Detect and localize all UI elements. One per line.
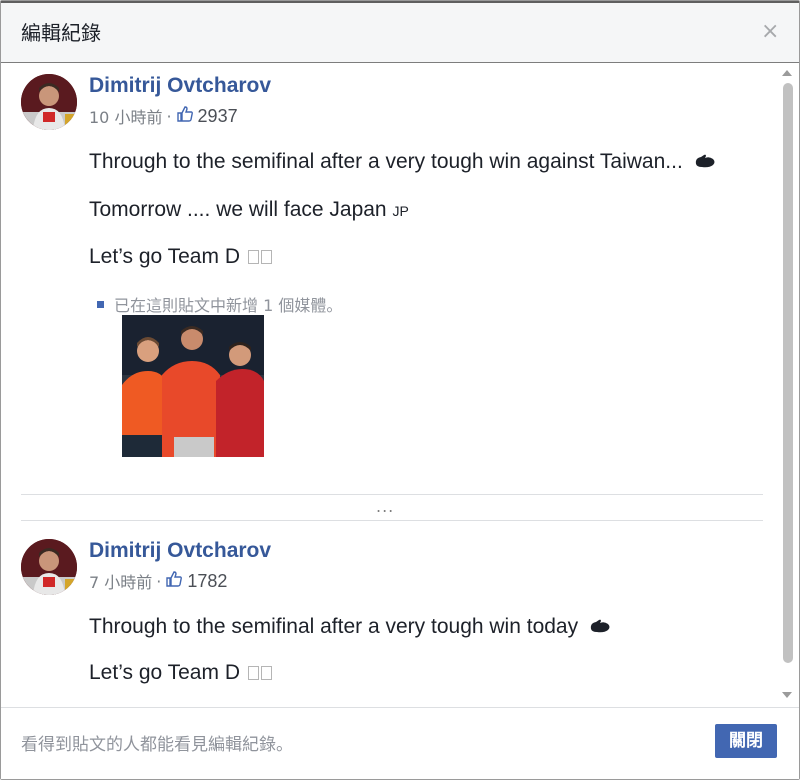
meta-separator: · bbox=[156, 571, 162, 591]
edit-history-list[interactable]: Dimitrij Ovtcharov 10 小時前 · 2937 Through… bbox=[1, 64, 799, 707]
author-name[interactable]: Dimitrij Ovtcharov bbox=[89, 74, 271, 98]
divider bbox=[21, 494, 763, 495]
post-meta: 7 小時前 · 1782 bbox=[89, 569, 227, 593]
meta-separator: · bbox=[166, 106, 172, 126]
missing-glyph bbox=[247, 250, 259, 264]
post-time[interactable]: 7 小時前 bbox=[89, 569, 152, 593]
photo-thumbnail[interactable] bbox=[122, 315, 264, 457]
avatar[interactable] bbox=[21, 539, 77, 595]
media-note: 已在這則貼文中新增 1 個媒體。 bbox=[97, 292, 342, 316]
close-icon[interactable]: × bbox=[761, 21, 779, 43]
post-text: Through to the semifinal after a very to… bbox=[89, 615, 579, 638]
media-note-text: 已在這則貼文中新增 1 個媒體。 bbox=[114, 296, 343, 315]
post-text: Through to the semifinal after a very to… bbox=[89, 150, 683, 173]
post-meta: 10 小時前 · 2937 bbox=[89, 104, 238, 128]
post-text-line: Tomorrow .... we will face Japan JP bbox=[89, 198, 409, 222]
post-time[interactable]: 10 小時前 bbox=[89, 104, 162, 128]
edit-history-dialog: 編輯紀錄 × Dimitrij Ovtcharov 10 小時前 · 2937 … bbox=[0, 0, 800, 780]
thumbs-up-icon bbox=[176, 105, 194, 127]
flexed-biceps-icon bbox=[584, 615, 612, 638]
history-entry: Dimitrij Ovtcharov 7 小時前 · 1782 Through … bbox=[21, 539, 761, 699]
dialog-footer: 看得到貼文的人都能看見編輯紀錄。 關閉 bbox=[1, 707, 799, 779]
more-ellipsis[interactable]: ... bbox=[376, 497, 394, 516]
avatar[interactable] bbox=[21, 74, 77, 130]
post-text-line: Through to the semifinal after a very to… bbox=[89, 150, 717, 174]
missing-glyph bbox=[260, 666, 272, 680]
post-text-line: Let’s go Team D bbox=[89, 245, 272, 269]
author-name[interactable]: Dimitrij Ovtcharov bbox=[89, 539, 271, 563]
like-count[interactable]: 1782 bbox=[187, 571, 227, 592]
scroll-up-arrow-icon[interactable] bbox=[782, 70, 792, 76]
dialog-title: 編輯紀錄 bbox=[21, 21, 101, 45]
bullet-icon bbox=[97, 300, 104, 308]
thumbs-up-icon bbox=[165, 570, 183, 592]
post-text: Tomorrow .... we will face Japan bbox=[89, 198, 387, 221]
divider bbox=[21, 520, 763, 521]
missing-glyph bbox=[260, 250, 272, 264]
scrollbar-thumb[interactable] bbox=[783, 83, 793, 663]
history-entry: Dimitrij Ovtcharov 10 小時前 · 2937 Through… bbox=[21, 74, 761, 494]
close-button[interactable]: 關閉 bbox=[715, 724, 777, 758]
footer-note: 看得到貼文的人都能看見編輯紀錄。 bbox=[21, 735, 293, 755]
post-text-line: Let’s go Team D bbox=[89, 661, 272, 685]
country-code: JP bbox=[392, 203, 409, 219]
post-text-line: Through to the semifinal after a very to… bbox=[89, 615, 612, 639]
post-text: Let’s go Team D bbox=[89, 661, 240, 684]
flexed-biceps-icon bbox=[689, 150, 717, 173]
dialog-header: 編輯紀錄 × bbox=[1, 1, 799, 63]
scroll-down-arrow-icon[interactable] bbox=[782, 692, 792, 698]
post-text: Let’s go Team D bbox=[89, 245, 240, 268]
missing-glyph bbox=[247, 666, 259, 680]
like-count[interactable]: 2937 bbox=[198, 106, 238, 127]
